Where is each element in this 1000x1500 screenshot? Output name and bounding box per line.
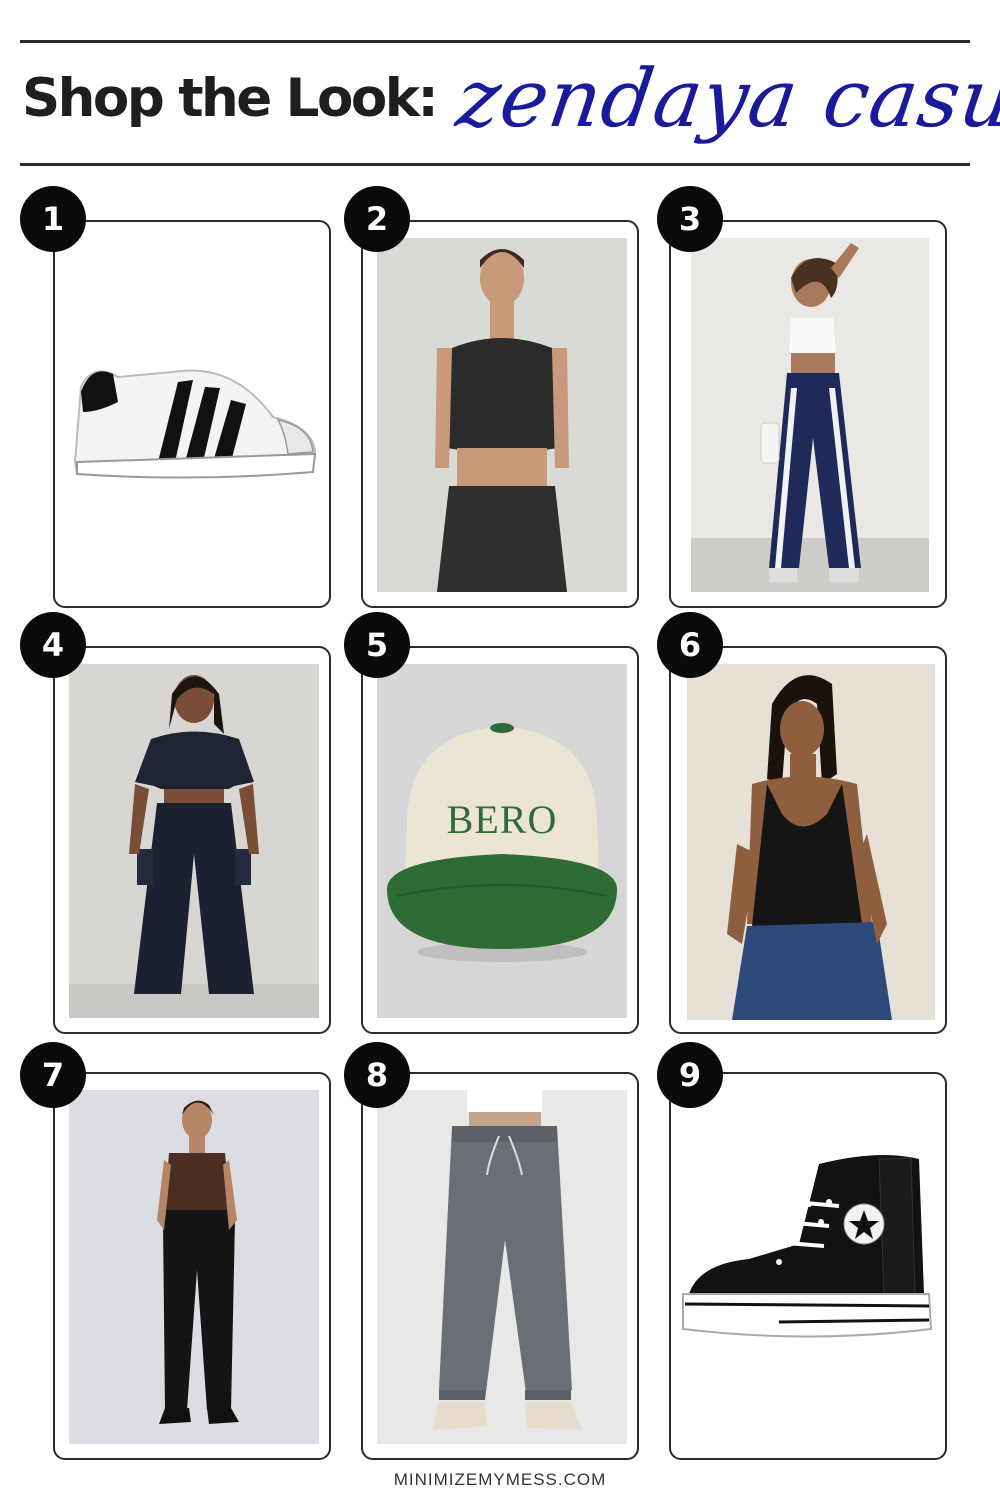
item-number-badge-1: 1 [20,186,86,252]
item-number-badge-4: 4 [20,612,86,678]
product-card-4[interactable] [53,646,331,1034]
product-image-tube-top-trousers [69,1090,319,1444]
item-number-badge-6: 6 [657,612,723,678]
page-title: Shop the Look: [22,68,439,129]
item-number-badge-9: 9 [657,1042,723,1108]
product-card-1[interactable] [53,220,331,608]
item-number-badge-2: 2 [344,186,410,252]
cap-logo-text: BERO [446,797,558,842]
product-image-sweatpants [377,1090,627,1444]
product-card-6[interactable] [669,646,947,1034]
product-image-black-tank [687,664,935,1020]
header-rule-top [20,40,970,43]
item-number-badge-5: 5 [344,612,410,678]
item-number-badge-3: 3 [657,186,723,252]
product-card-2[interactable] [361,220,639,608]
product-card-7[interactable] [53,1072,331,1460]
product-image-sneaker [63,322,323,492]
product-image-high-top-sneaker [679,1144,941,1374]
product-card-3[interactable] [669,220,947,608]
product-image-track-pants [691,238,929,592]
product-image-halter-top [377,238,627,592]
item-number-badge-7: 7 [20,1042,86,1108]
footer-site-link[interactable]: MINIMIZEMYMESS.COM [0,1470,1000,1490]
script-title: zendaya casual [451,52,1000,145]
product-card-5[interactable]: BERO [361,646,639,1034]
product-card-9[interactable] [669,1072,947,1460]
product-image-cargo-set [69,664,319,1018]
item-number-badge-8: 8 [344,1042,410,1108]
product-card-8[interactable] [361,1072,639,1460]
header-rule-bottom [20,163,970,166]
